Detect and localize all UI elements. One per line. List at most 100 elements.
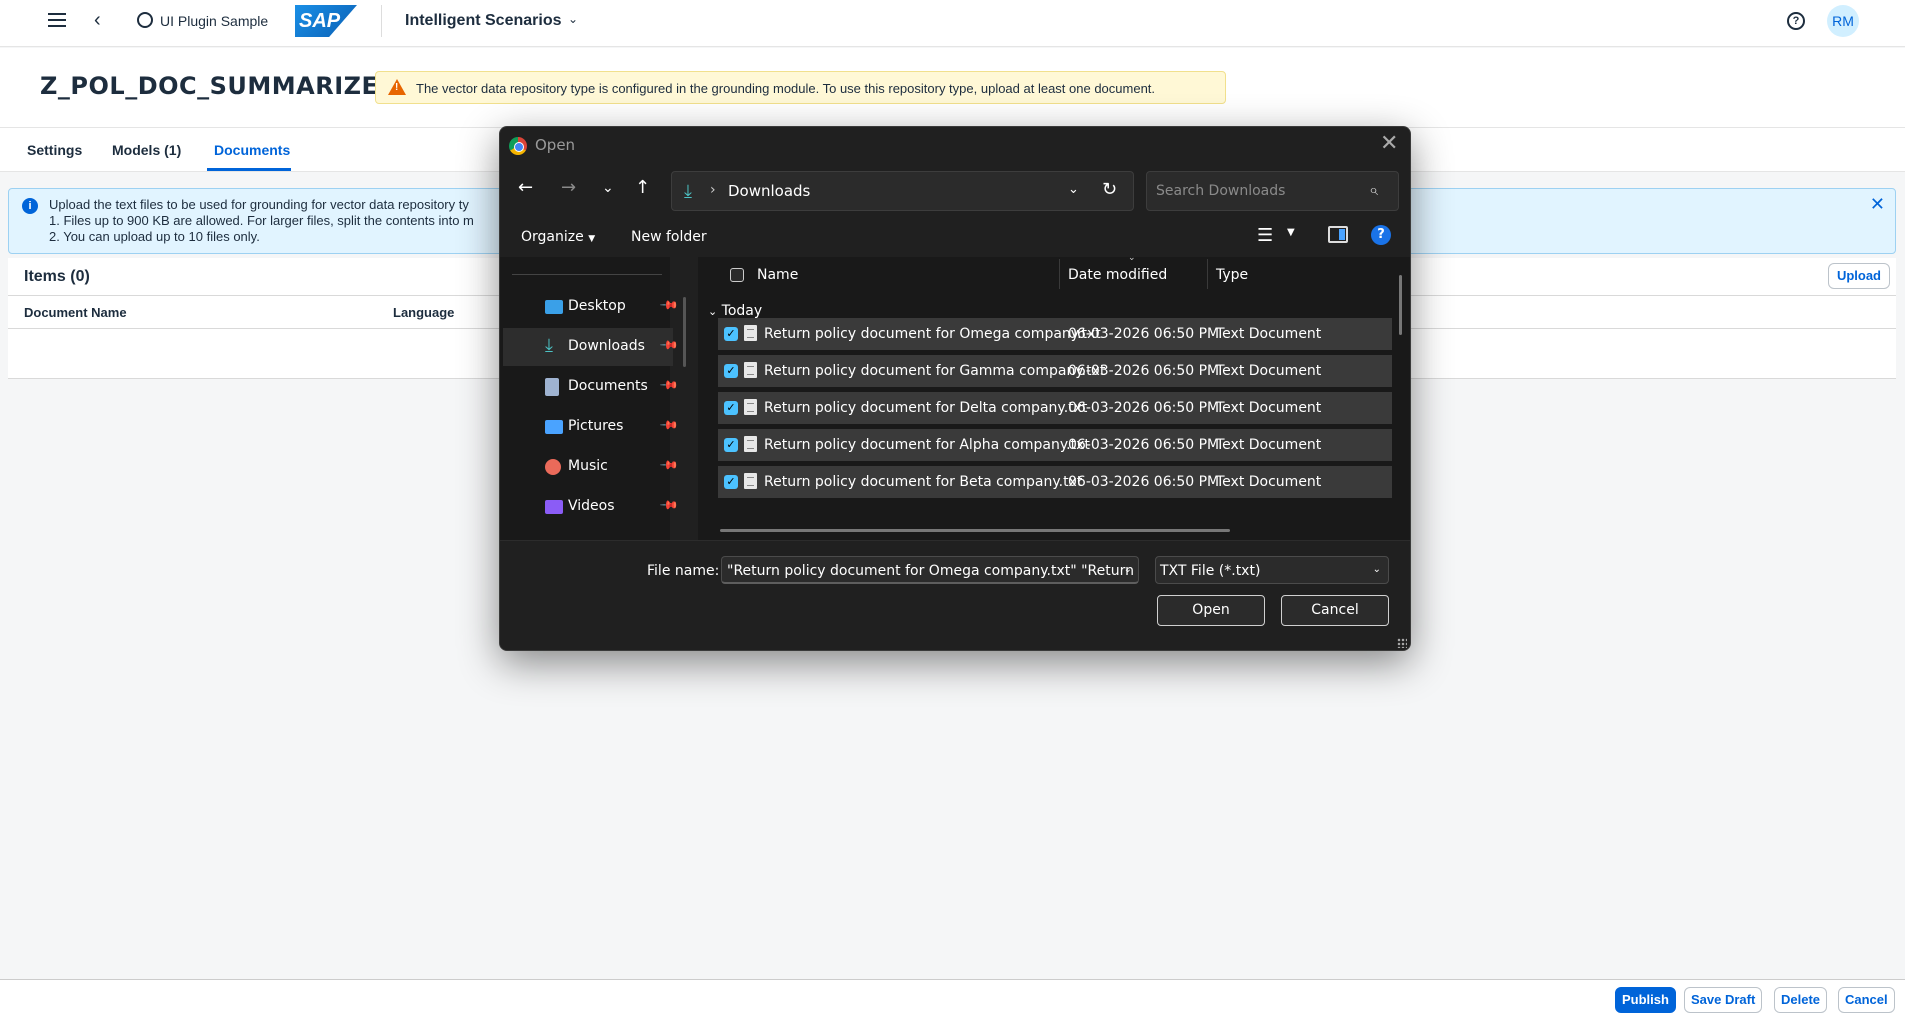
breadcrumb-downloads[interactable]: Downloads [728,182,810,200]
dialog-footer: File name: "Return policy document for O… [500,540,1410,650]
file-type: Text Document [1216,474,1322,490]
column-separator[interactable] [1059,259,1060,289]
pin-icon[interactable]: 📌 [659,495,679,515]
object-header: Z_POL_DOC_SUMMARIZE ! The vector data re… [0,48,1905,128]
organize-button[interactable]: Organize ▼ [521,229,595,245]
nav-item-desktop[interactable]: Desktop 📌 [503,288,680,326]
tab-documents[interactable]: Documents [214,142,290,158]
up-arrow-icon[interactable]: ↑ [635,177,650,198]
help-icon[interactable]: ? [1787,12,1805,30]
chevron-down-icon: ⌄ [1372,564,1381,575]
chevron-down-icon[interactable]: ⌄ [1124,564,1132,575]
file-checkbox[interactable]: ✓ [724,364,738,378]
chevron-down-icon[interactable]: ⌄ [568,12,578,26]
delete-button[interactable]: Delete [1774,987,1828,1013]
file-type-select[interactable]: TXT File (*.txt) ⌄ [1155,556,1389,584]
nav-item-documents[interactable]: Documents 📌 [503,368,680,406]
file-name-value: "Return policy document for Omega compan… [727,563,1139,579]
chevron-down-icon[interactable]: ⌄ [1068,182,1079,197]
column-separator[interactable] [1207,259,1208,289]
nav-item-pictures[interactable]: Pictures 📌 [503,408,680,446]
column-type[interactable]: Type [1216,267,1248,283]
refresh-icon[interactable]: ↻ [1102,179,1117,200]
file-name-input[interactable]: "Return policy document for Omega compan… [721,556,1139,584]
open-button[interactable]: Open [1157,595,1265,626]
preview-pane-icon[interactable] [1328,226,1348,243]
resize-grip-icon[interactable] [1397,638,1407,648]
nav-item-label: Downloads [568,338,645,354]
column-document-name[interactable]: Document Name [24,305,127,320]
nav-item-label: Pictures [568,418,624,434]
file-date: 06-03-2026 06:50 PM [1068,363,1220,379]
page-title: Z_POL_DOC_SUMMARIZE [40,72,379,100]
file-checkbox[interactable]: ✓ [724,327,738,341]
sort-indicator-icon: ⌄ [1128,253,1136,263]
scenario-menu[interactable]: Intelligent Scenarios [405,12,561,30]
file-name: Return policy document for Gamma company… [764,363,1106,379]
pin-icon[interactable]: 📌 [659,455,679,475]
tab-settings[interactable]: Settings [27,142,82,158]
cancel-button[interactable]: Cancel [1281,595,1389,626]
navigation-pane: Desktop 📌 ⤓ Downloads 📌 Documents 📌 Pict… [500,257,686,540]
group-today[interactable]: ⌄ Today [708,303,762,319]
sap-logo[interactable]: SAP [295,5,357,37]
file-row[interactable]: ✓ Return policy document for Gamma compa… [718,355,1392,387]
search-placeholder: Search Downloads [1156,183,1286,199]
column-date-modified[interactable]: Date modified [1068,267,1167,283]
address-bar[interactable]: ⤓ › Downloads ⌄ ↻ [671,171,1134,211]
publish-button[interactable]: Publish [1615,987,1676,1013]
column-language[interactable]: Language [393,305,454,320]
new-folder-button[interactable]: New folder [631,229,707,245]
pin-icon[interactable]: 📌 [659,295,679,315]
menu-icon[interactable] [48,13,66,29]
nav-item-videos[interactable]: Videos 📌 [503,488,680,526]
download-icon: ⤓ [684,181,692,202]
list-view-icon[interactable]: ☰ [1257,225,1273,246]
file-row[interactable]: ✓ Return policy document for Delta compa… [718,392,1392,424]
pin-icon[interactable]: 📌 [659,335,679,355]
close-icon[interactable]: ✕ [1870,195,1885,213]
select-all-checkbox[interactable] [730,268,744,282]
file-list-header: Name ⌄ Date modified Type [698,253,1410,291]
file-row[interactable]: ✓ Return policy document for Omega compa… [718,318,1392,350]
app-name[interactable]: UI Plugin Sample [160,13,268,29]
file-type-value: TXT File (*.txt) [1160,563,1261,579]
nav-item-music[interactable]: Music 📌 [503,448,680,486]
warning-strip: ! The vector data repository type is con… [375,71,1226,104]
file-row[interactable]: ✓ Return policy document for Alpha compa… [718,429,1392,461]
forward-arrow-icon[interactable]: → [561,177,576,198]
help-icon[interactable]: ? [1371,225,1391,245]
file-checkbox[interactable]: ✓ [724,438,738,452]
chrome-icon [509,137,527,155]
nav-item-downloads[interactable]: ⤓ Downloads 📌 [503,328,680,366]
nav-scrollbar[interactable] [683,297,686,367]
text-file-icon [744,399,757,415]
tab-models[interactable]: Models (1) [112,142,181,158]
file-type: Text Document [1216,400,1322,416]
file-row[interactable]: ✓ Return policy document for Beta compan… [718,466,1392,498]
upload-button[interactable]: Upload [1827,263,1890,289]
cancel-button[interactable]: Cancel [1838,987,1895,1013]
file-name: Return policy document for Beta company.… [764,474,1083,490]
close-icon[interactable]: ✕ [1380,131,1398,156]
search-input[interactable]: Search Downloads ⌕ [1146,171,1399,211]
pin-icon[interactable]: 📌 [659,375,679,395]
nav-item-label: Desktop [568,298,626,314]
save-draft-button[interactable]: Save Draft [1684,987,1763,1013]
column-name[interactable]: Name [757,267,798,283]
avatar[interactable]: RM [1827,5,1859,37]
file-name: Return policy document for Alpha company… [764,437,1090,453]
view-options-chevron-icon[interactable]: ▼ [1287,227,1295,238]
vertical-scrollbar[interactable] [1399,275,1402,335]
horizontal-scrollbar[interactable] [720,529,1230,532]
file-name: Return policy document for Omega company… [764,326,1101,342]
file-checkbox[interactable]: ✓ [724,401,738,415]
back-icon[interactable]: ‹ [94,9,101,32]
pin-icon[interactable]: 📌 [659,415,679,435]
file-checkbox[interactable]: ✓ [724,475,738,489]
file-date: 06-03-2026 06:50 PM [1068,400,1220,416]
back-arrow-icon[interactable]: ← [518,177,533,198]
dialog-titlebar[interactable]: Open ✕ [500,127,1410,163]
text-file-icon [744,362,757,378]
recent-locations-chevron-icon[interactable]: ⌄ [602,180,614,196]
